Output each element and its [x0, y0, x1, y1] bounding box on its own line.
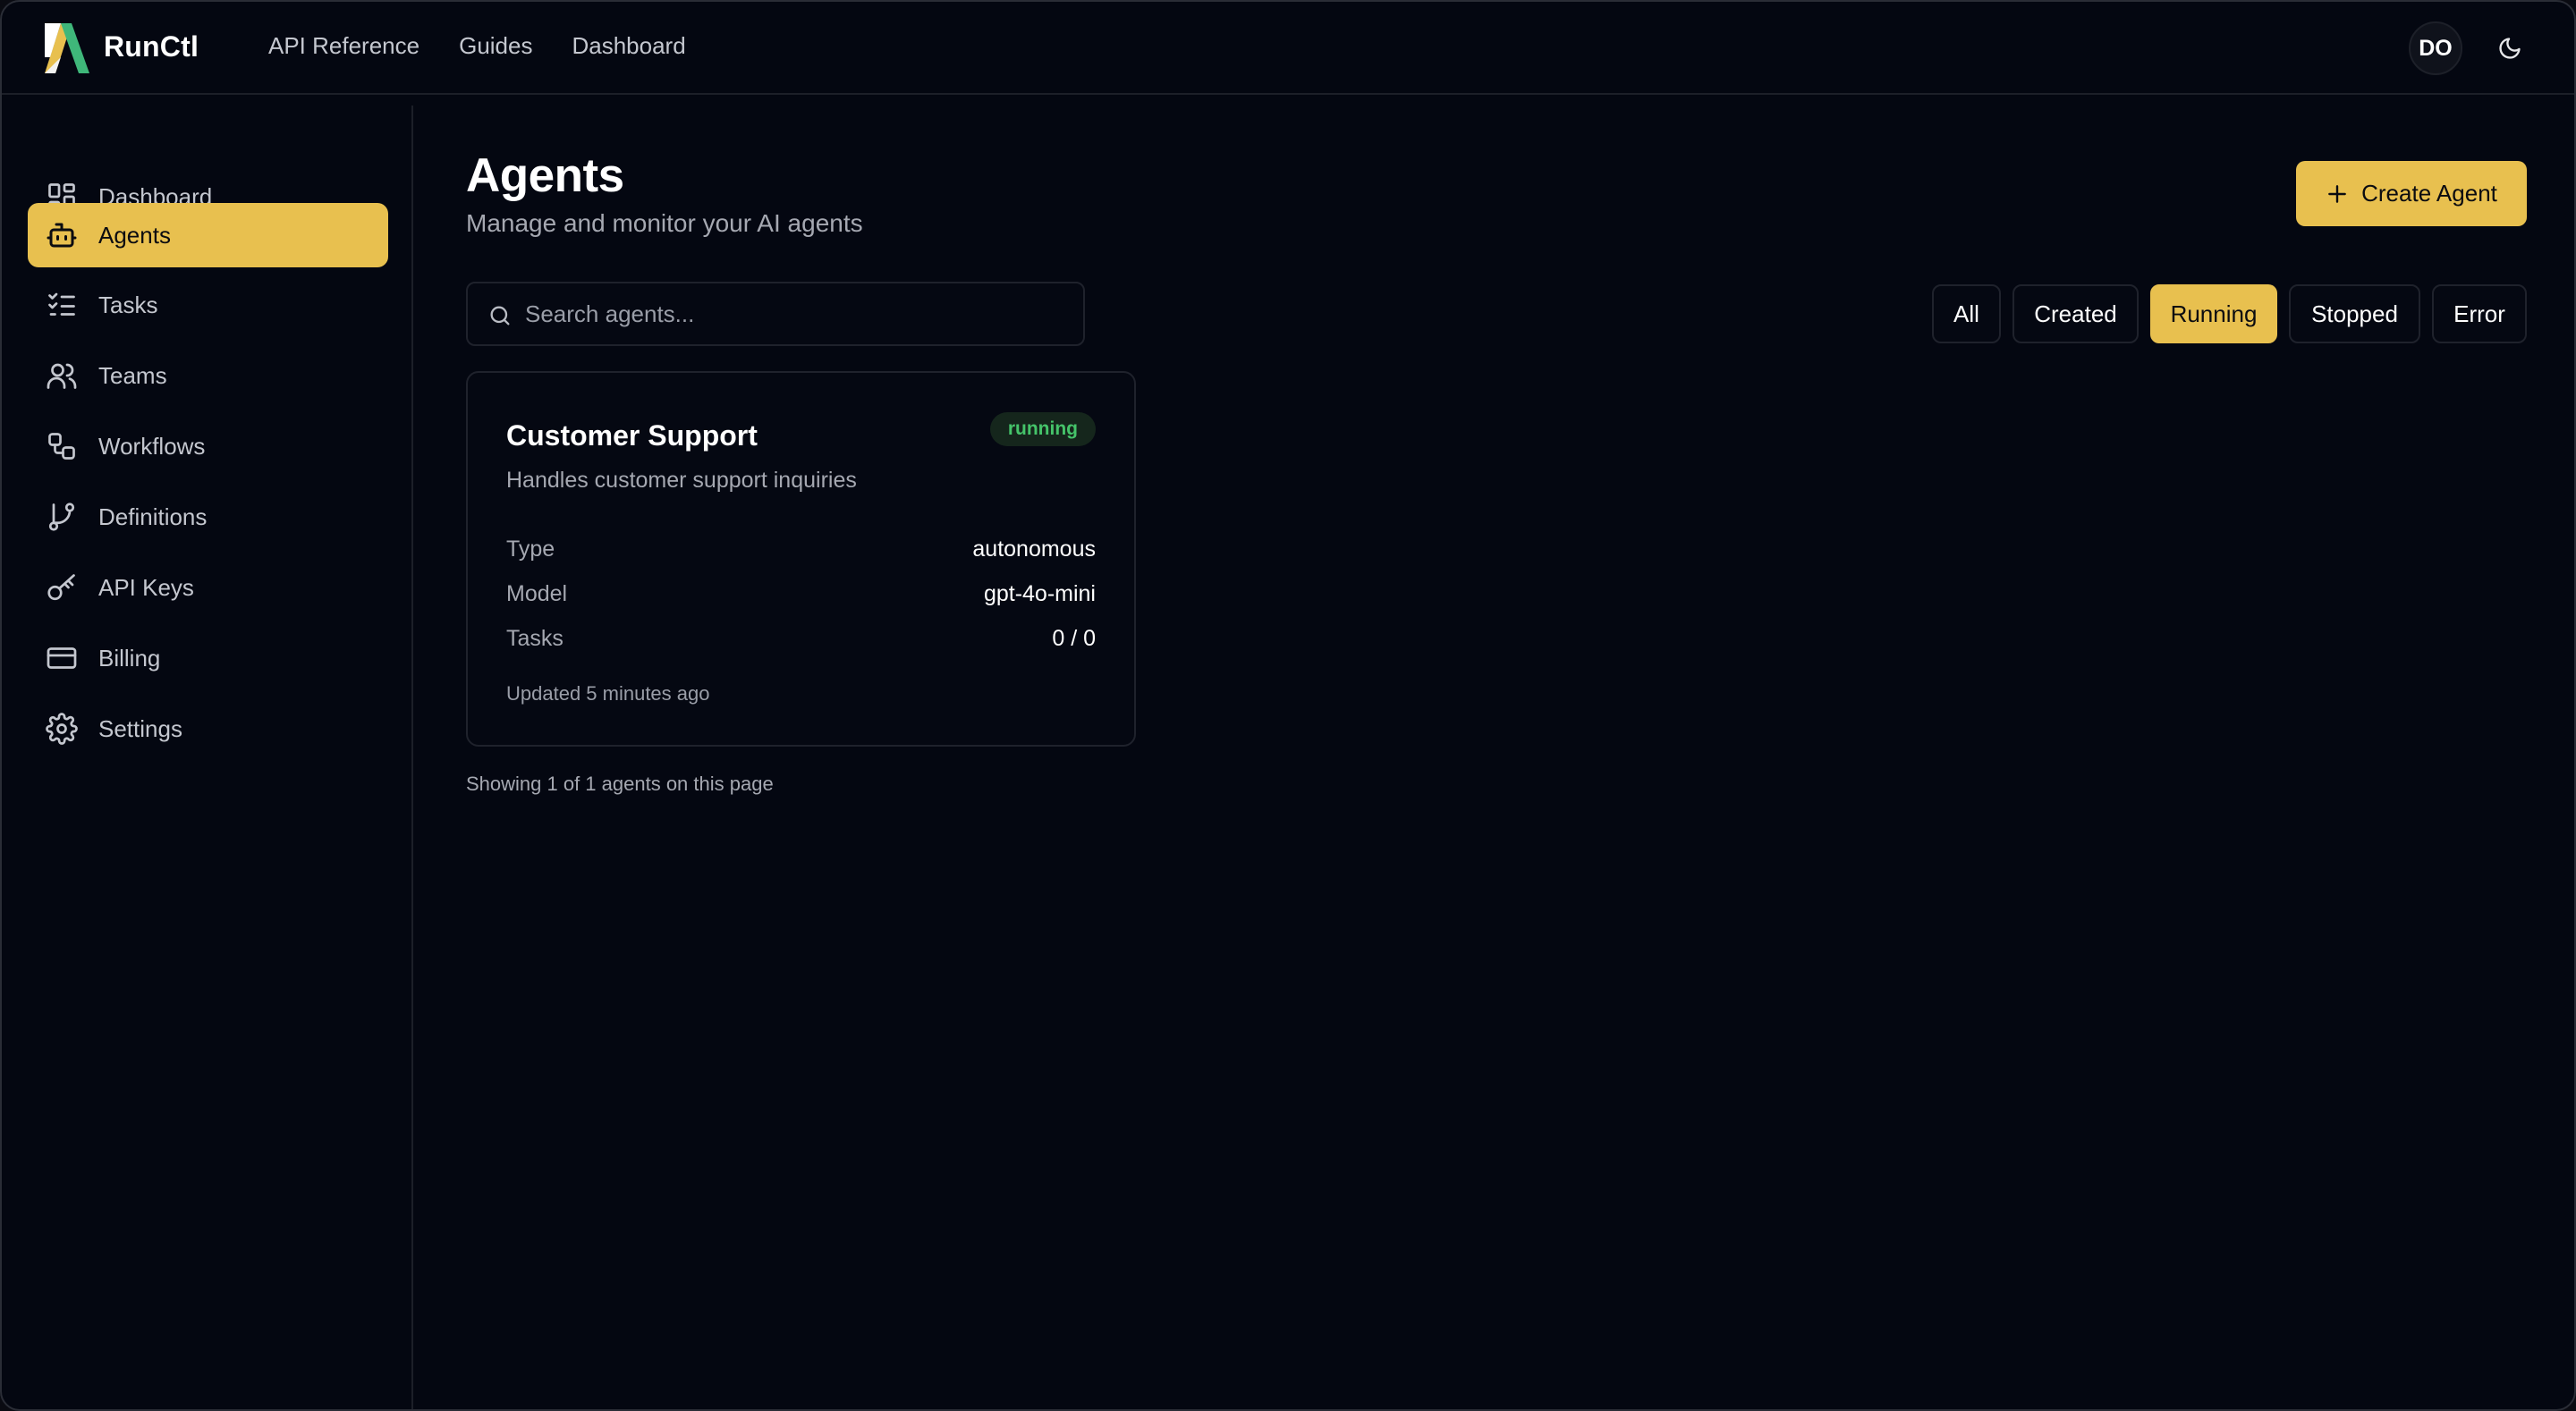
status-badge: running — [989, 412, 1096, 446]
filter-error[interactable]: Error — [2432, 284, 2527, 343]
sidebar-item-label: Workflows — [98, 432, 206, 460]
top-nav-guides[interactable]: Guides — [459, 32, 532, 60]
agent-field-row: Tasks 0 / 0 — [506, 626, 1096, 658]
filter-running[interactable]: Running — [2150, 284, 2277, 343]
top-bar: RunCtl API Reference Guides Dashboard DO — [2, 2, 2574, 95]
sidebar-item-settings[interactable]: Settings — [28, 697, 388, 761]
sidebar-item-workflows[interactable]: Workflows — [28, 414, 388, 478]
sidebar-item-label: API Keys — [98, 573, 194, 601]
sidebar-item-agents[interactable]: Agents — [28, 203, 388, 267]
create-agent-button[interactable]: Create Agent — [2296, 161, 2527, 226]
page-subtitle: Manage and monitor your AI agents — [466, 209, 863, 237]
list-checks-icon — [48, 292, 75, 316]
key-icon — [47, 574, 75, 601]
sidebar-item-tasks[interactable]: Tasks — [28, 273, 388, 337]
credit-card-icon — [47, 647, 77, 669]
agent-name: Customer Support — [506, 419, 758, 452]
plus-icon — [2328, 184, 2346, 203]
brand-name[interactable]: RunCtl — [104, 30, 199, 63]
theme-toggle-button[interactable] — [2492, 30, 2528, 66]
sidebar-item-definitions[interactable]: Definitions — [28, 485, 388, 549]
sidebar-item-label: Teams — [98, 361, 167, 389]
sidebar: Dashboard Agents Tasks Teams Workflows D… — [2, 106, 413, 1409]
runctl-logo-icon[interactable] — [41, 21, 93, 75]
sidebar-item-billing[interactable]: Billing — [28, 626, 388, 690]
top-nav: API Reference Guides Dashboard — [268, 32, 686, 60]
pagination-summary: Showing 1 of 1 agents on this page — [466, 773, 774, 795]
sidebar-item-label: Settings — [98, 714, 182, 742]
gear-icon — [46, 713, 78, 745]
sidebar-item-teams[interactable]: Teams — [28, 343, 388, 408]
agent-field-label: Model — [506, 581, 568, 606]
filter-created[interactable]: Created — [2012, 284, 2139, 343]
user-avatar[interactable]: DO — [2409, 21, 2462, 75]
filter-all[interactable]: All — [1932, 284, 2001, 343]
sidebar-item-label: Tasks — [98, 291, 158, 318]
agent-field-row: Type autonomous — [506, 537, 1096, 569]
workflow-icon — [48, 433, 75, 460]
moon-icon — [2499, 38, 2521, 59]
users-icon — [47, 363, 77, 389]
agent-description: Handles customer support inquiries — [506, 468, 857, 493]
agent-card[interactable]: Customer Support running Handles custome… — [466, 371, 1136, 747]
sidebar-item-label: Billing — [98, 644, 161, 672]
search-input[interactable] — [525, 283, 1071, 344]
sidebar-item-label: Agents — [98, 221, 171, 249]
sidebar-item-label: Definitions — [98, 503, 208, 530]
search-box — [466, 282, 1085, 346]
top-nav-dashboard[interactable]: Dashboard — [572, 32, 685, 60]
sidebar-item-api-keys[interactable]: API Keys — [28, 555, 388, 620]
agent-updated-time: Updated 5 minutes ago — [506, 682, 710, 705]
top-nav-api-reference[interactable]: API Reference — [268, 32, 419, 60]
filter-stopped[interactable]: Stopped — [2289, 284, 2420, 343]
git-branch-icon — [48, 503, 75, 531]
agent-field-value: autonomous — [972, 537, 1096, 562]
agent-field-row: Model gpt-4o-mini — [506, 581, 1096, 613]
agent-field-value: 0 / 0 — [1052, 626, 1096, 651]
agent-field-value: gpt-4o-mini — [983, 581, 1096, 606]
bot-icon — [47, 223, 77, 248]
create-agent-label: Create Agent — [2361, 180, 2497, 207]
agent-field-label: Type — [506, 537, 555, 562]
agent-field-label: Tasks — [506, 626, 564, 651]
page-title: Agents — [466, 149, 624, 202]
app-window: RunCtl API Reference Guides Dashboard DO… — [0, 0, 2576, 1411]
search-icon — [490, 306, 510, 325]
